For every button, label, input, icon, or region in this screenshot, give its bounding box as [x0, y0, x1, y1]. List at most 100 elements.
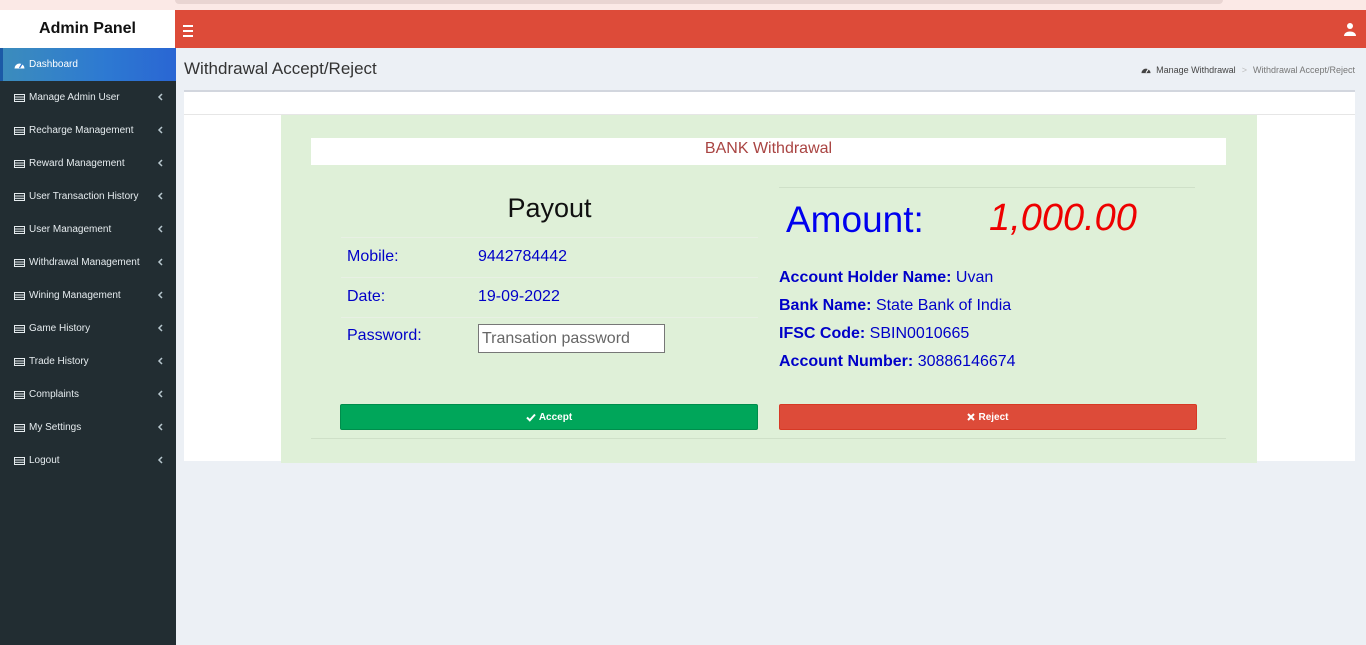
account-number-label: Account Number: [779, 353, 914, 370]
panel-heading: BANK Withdrawal [311, 138, 1226, 165]
breadcrumb-current: Withdrawal Accept/Reject [1252, 65, 1355, 75]
sidebar-item-my-settings[interactable]: My Settings [0, 411, 176, 444]
breadcrumb-home[interactable]: Manage Withdrawal [1141, 65, 1236, 75]
table-icon [14, 324, 25, 333]
chevron-left-icon [157, 159, 163, 167]
account-holder-value: Uvan [955, 269, 994, 286]
account-holder-label: Account Holder Name: [779, 269, 952, 286]
app-logo[interactable]: Admin Panel [0, 10, 175, 48]
sidebar-item-label: User Transaction History [29, 191, 139, 202]
bank-name-value: State Bank of India [875, 297, 1012, 314]
table-icon [14, 159, 25, 168]
chevron-left-icon [157, 423, 163, 431]
table-icon [14, 357, 25, 366]
reject-button[interactable]: Reject [779, 404, 1197, 430]
table-icon [14, 291, 25, 300]
account-holder-line: Account Holder Name: Uvan [779, 269, 993, 287]
date-row: Date: 19-09-2022 [341, 277, 758, 317]
sidebar-item-label: Logout [29, 455, 60, 466]
accept-button[interactable]: Accept [340, 404, 758, 430]
table-icon [14, 225, 25, 234]
payout-title: Payout [507, 193, 592, 223]
table-icon [14, 423, 25, 432]
app-title: Admin Panel [39, 20, 136, 37]
sidebar-item-label: User Management [29, 224, 112, 235]
chevron-left-icon [157, 192, 163, 200]
sidebar-item-label: Trade History [29, 356, 89, 367]
sidebar-item-user-transaction-history[interactable]: User Transaction History [0, 180, 176, 213]
ifsc-line: IFSC Code: SBIN0010665 [779, 325, 969, 343]
account-number-line: Account Number: 30886146674 [779, 353, 1016, 371]
password-row: Password: [341, 317, 758, 357]
bank-name-line: Bank Name: State Bank of India [779, 297, 1011, 315]
menu-toggle-icon[interactable] [183, 20, 195, 38]
check-icon [526, 413, 536, 422]
ifsc-label: IFSC Code: [779, 325, 866, 342]
table-icon [14, 192, 25, 201]
sidebar-item-game-history[interactable]: Game History [0, 312, 176, 345]
table-icon [14, 456, 25, 465]
breadcrumb-separator: > [1241, 65, 1247, 75]
close-icon [967, 413, 976, 421]
browser-tab-strip [175, 0, 1223, 4]
sidebar-item-label: Dashboard [29, 59, 78, 70]
sidebar-item-complaints[interactable]: Complaints [0, 378, 176, 411]
dashboard-icon [14, 63, 25, 68]
breadcrumb-home-label: Manage Withdrawal [1156, 65, 1236, 75]
sidebar-item-wining-management[interactable]: Wining Management [0, 279, 176, 312]
sidebar-item-manage-admin-user[interactable]: Manage Admin User [0, 81, 176, 114]
sidebar-item-recharge-management[interactable]: Recharge Management [0, 114, 176, 147]
chevron-left-icon [157, 390, 163, 398]
chevron-left-icon [157, 93, 163, 101]
table-icon [14, 258, 25, 267]
breadcrumb: Manage Withdrawal > Withdrawal Accept/Re… [1141, 65, 1355, 75]
chevron-left-icon [157, 456, 163, 464]
reject-label: Reject [978, 411, 1009, 423]
user-icon[interactable] [1344, 22, 1356, 36]
chevron-left-icon [157, 324, 163, 332]
sidebar: Dashboard Manage Admin User Recharge Man… [0, 48, 176, 645]
browser-strip [0, 0, 1366, 10]
sidebar-item-withdrawal-management[interactable]: Withdrawal Management [0, 246, 176, 279]
sidebar-item-trade-history[interactable]: Trade History [0, 345, 176, 378]
amount-label: Amount: [786, 199, 924, 240]
top-navbar [175, 10, 1366, 48]
sidebar-item-logout[interactable]: Logout [0, 444, 176, 477]
table-icon [14, 390, 25, 399]
password-label: Password: [347, 327, 422, 344]
sidebar-item-label: Reward Management [29, 158, 125, 169]
accept-label: Accept [538, 411, 573, 423]
right-divider [779, 187, 1195, 188]
sidebar-item-dashboard[interactable]: Dashboard [0, 48, 176, 81]
mobile-label: Mobile: [347, 248, 399, 265]
date-label: Date: [347, 288, 386, 305]
amount-value: 1,000.00 [989, 197, 1137, 239]
chevron-left-icon [157, 126, 163, 134]
chevron-left-icon [157, 291, 163, 299]
withdrawal-panel: BANK Withdrawal Payout Mobile: 944278444… [281, 115, 1257, 463]
sidebar-item-label: Withdrawal Management [29, 257, 140, 268]
chevron-left-icon [157, 357, 163, 365]
chevron-left-icon [157, 258, 163, 266]
sidebar-item-reward-management[interactable]: Reward Management [0, 147, 176, 180]
panel-footer-divider [311, 438, 1226, 439]
mobile-row: Mobile: 9442784442 [341, 237, 758, 277]
chevron-left-icon [157, 225, 163, 233]
sidebar-item-label: Complaints [29, 389, 80, 400]
dashboard-icon [1141, 68, 1151, 74]
sidebar-item-label: Wining Management [29, 290, 121, 301]
table-icon [14, 126, 25, 135]
sidebar-item-label: Game History [29, 323, 91, 334]
date-value: 19-09-2022 [478, 288, 560, 305]
bank-name-label: Bank Name: [779, 297, 872, 314]
account-number-value: 30886146674 [917, 353, 1016, 370]
content-box: BANK Withdrawal Payout Mobile: 944278444… [184, 90, 1355, 463]
table-icon [14, 93, 25, 102]
ifsc-value: SBIN0010665 [869, 325, 970, 342]
sidebar-item-label: Manage Admin User [29, 92, 120, 103]
sidebar-item-label: My Settings [29, 422, 82, 433]
page-title: Withdrawal Accept/Reject [184, 59, 377, 78]
sidebar-item-label: Recharge Management [29, 125, 134, 136]
sidebar-item-user-management[interactable]: User Management [0, 213, 176, 246]
password-input[interactable] [478, 324, 665, 353]
